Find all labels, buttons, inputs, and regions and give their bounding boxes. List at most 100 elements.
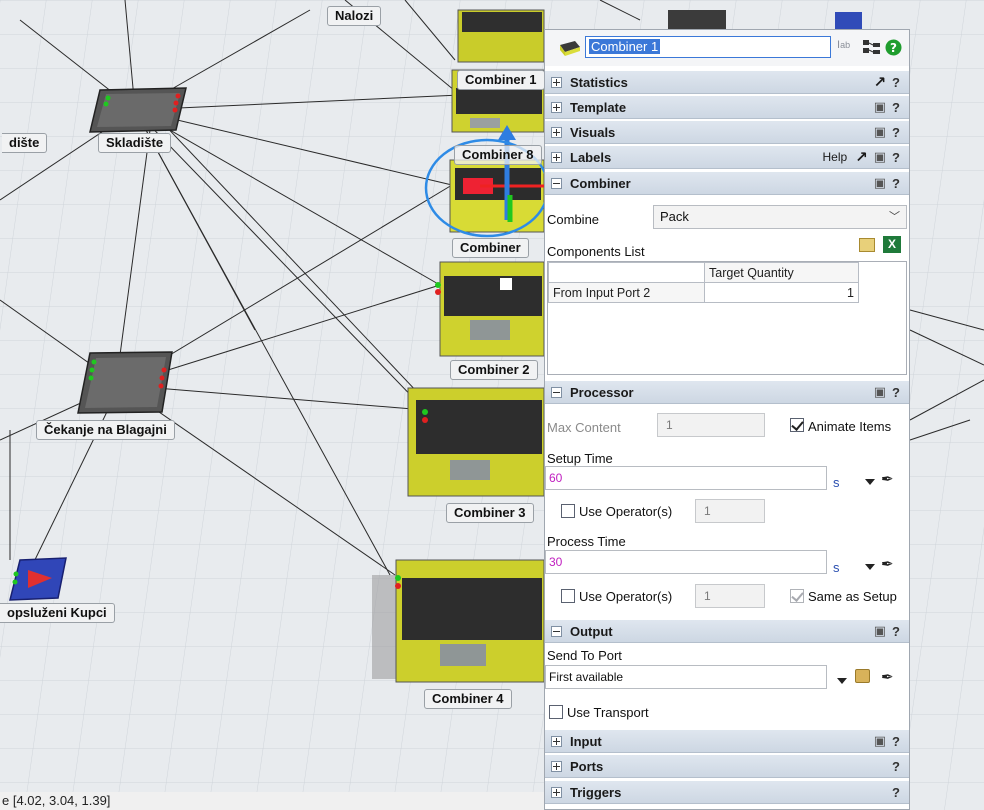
section-title: Output [570,623,613,639]
table-row[interactable]: From Input Port 2 1 [548,282,859,303]
process-dropdown-icon[interactable] [865,564,875,570]
expand-icon [551,151,562,163]
label-combiner-4: Combiner 4 [424,689,512,709]
same-as-setup-checkbox[interactable] [790,589,804,603]
setup-time-label: Setup Time [547,451,613,466]
combiner-4-model[interactable] [372,559,545,683]
queue-cekanje[interactable] [77,351,173,414]
template-icon[interactable]: ▣ [874,124,886,140]
question-icon[interactable]: ? [892,734,900,749]
label-combiner-5: Combiner [452,238,529,258]
labels-help-link[interactable]: Help [822,150,847,164]
template-icon[interactable]: ▣ [874,149,886,165]
max-content-input[interactable]: 1 [657,413,765,437]
components-table[interactable]: Target Quantity From Input Port 2 1 [547,261,907,375]
section-output[interactable]: Output ▣ ? [545,619,909,643]
section-title: Combiner [570,175,631,191]
script-icon[interactable] [855,669,870,683]
section-title: Template [570,99,627,115]
panel-header: Combiner 1 Iab ? [545,30,909,66]
expand-icon [551,101,562,113]
object-name-input[interactable]: Combiner 1 [585,36,831,58]
question-icon[interactable]: ? [892,624,900,639]
template-icon[interactable]: ▣ [874,623,886,639]
section-labels[interactable]: Labels Help ↗ ▣ ? [545,145,909,169]
section-title: Processor [570,384,634,400]
section-visuals[interactable]: Visuals ▣ ? [545,120,909,144]
copy-icon[interactable] [859,238,875,252]
table-header: Target Quantity [704,262,859,283]
section-statistics[interactable]: Statistics ↗ ? [545,70,909,94]
section-triggers[interactable]: Triggers ? [545,780,909,804]
send-to-port-input[interactable]: First available [545,665,827,689]
combine-value: Pack [660,209,689,224]
chevron-down-icon: ﹀ [889,211,900,223]
process-picker-icon[interactable]: ✒ [881,555,894,573]
expand-icon [551,126,562,138]
section-input[interactable]: Input ▣ ? [545,729,909,753]
collapse-icon [551,386,562,398]
template-icon[interactable]: ▣ [874,99,886,115]
setup-dropdown-icon[interactable] [865,479,875,485]
help-icon[interactable]: ? [885,39,902,56]
combiner-0-model[interactable] [457,9,545,63]
process-use-operators-label: Use Operator(s) [579,589,673,604]
setup-operators-input[interactable]: 1 [695,499,765,523]
setup-time-input[interactable]: 60 [545,466,827,490]
question-icon[interactable]: ? [892,75,900,90]
process-operators-input[interactable]: 1 [695,584,765,608]
label-icon[interactable]: Iab [837,39,850,51]
setup-unit: s [833,475,840,490]
template-icon[interactable]: ▣ [874,384,886,400]
setup-use-operators-checkbox[interactable] [561,504,575,518]
process-use-operators-checkbox[interactable] [561,589,575,603]
label-skladiste: Skladište [98,133,172,153]
pin-arrow-icon[interactable]: ↗ [873,73,886,91]
section-title: Triggers [570,784,622,800]
combiner-2-model[interactable] [435,261,545,357]
label-combiner-2: Combiner 2 [450,360,538,380]
excel-icon[interactable]: X [883,236,901,253]
question-icon[interactable]: ? [892,150,900,165]
queue-skladiste[interactable] [89,87,187,133]
same-as-setup-label: Same as Setup [808,589,897,604]
status-bar: e [4.02, 3.04, 1.39] [0,792,545,810]
row-quantity[interactable]: 1 [704,282,859,303]
section-ports[interactable]: Ports ? [545,754,909,778]
question-icon[interactable]: ? [892,176,900,191]
label-skladiste-partial: dište [2,133,48,153]
expand-icon [551,76,562,88]
template-icon[interactable]: ▣ [874,733,886,749]
sink-neposluzeni[interactable] [9,557,67,601]
question-icon[interactable]: ? [892,785,900,800]
label-neposluzeni: opsluženi Kupci [0,603,115,623]
section-template[interactable]: Template ▣ ? [545,95,909,119]
combine-select[interactable]: Pack ﹀ [653,205,907,229]
pin-arrow-icon[interactable]: ↗ [855,148,868,166]
question-icon[interactable]: ? [892,125,900,140]
process-time-input[interactable]: 30 [545,550,827,574]
process-time-label: Process Time [547,534,626,549]
question-icon[interactable]: ? [892,100,900,115]
label-cekanje: Čekanje na Blagajni [36,420,175,440]
send-to-port-picker-icon[interactable]: ✒ [881,668,894,686]
section-title: Statistics [570,74,628,90]
combiner-3-model[interactable] [407,387,545,497]
expand-icon [551,760,562,772]
animate-items-label: Animate Items [808,419,892,434]
question-icon[interactable]: ? [892,385,900,400]
question-icon[interactable]: ? [892,759,900,774]
use-transport-checkbox[interactable] [549,705,563,719]
combiner-icon [560,41,580,56]
properties-panel: Combiner 1 Iab ? Statistics ↗ ? Template… [544,29,910,810]
animate-items-checkbox[interactable] [790,418,804,432]
collapse-icon [551,177,562,189]
template-icon[interactable]: ▣ [874,175,886,191]
section-combiner[interactable]: Combiner ▣ ? [545,171,909,195]
tree-icon[interactable] [863,40,881,56]
send-to-port-dropdown-icon[interactable] [837,678,847,684]
section-title: Input [570,733,602,749]
combine-label: Combine [547,212,600,227]
setup-picker-icon[interactable]: ✒ [881,470,894,488]
section-processor[interactable]: Processor ▣ ? [545,380,909,404]
